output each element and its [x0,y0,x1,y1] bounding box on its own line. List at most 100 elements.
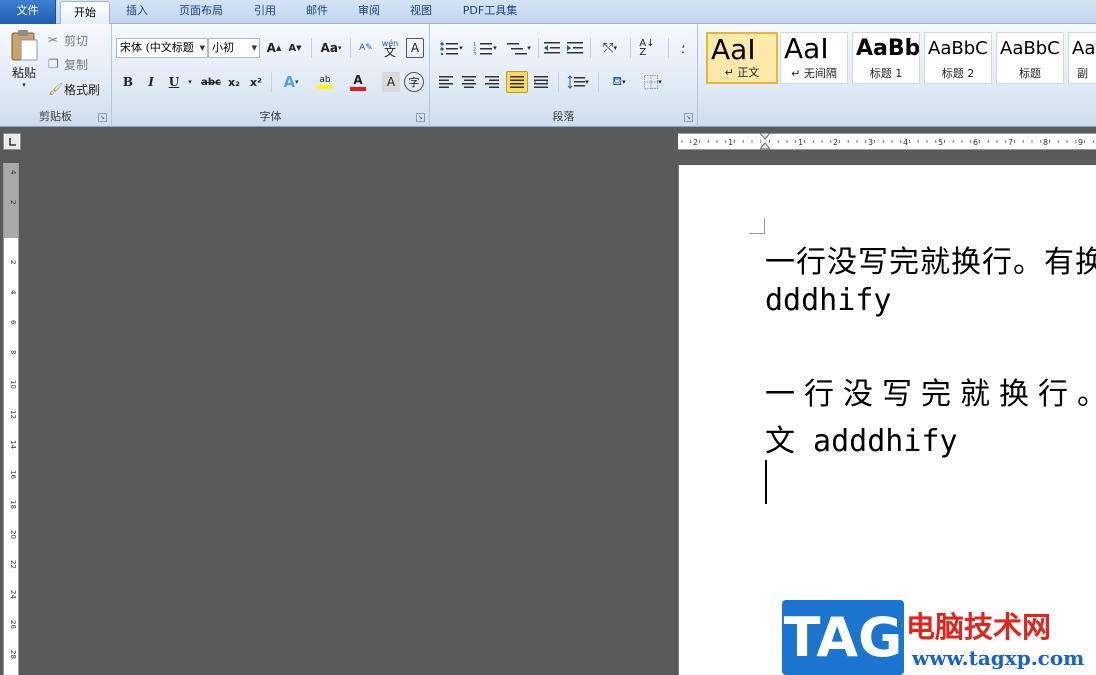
watermark: TAG 电脑技术网 www.tagxp.com [782,600,1092,675]
scissors-icon: ✂ [48,33,59,47]
indent-marker-icon[interactable] [758,132,772,150]
tab-mailings[interactable]: 邮件 [294,0,340,24]
character-border-button[interactable]: A [406,38,424,58]
grow-font-button[interactable]: A ▲ [264,38,284,58]
italic-button[interactable]: I [141,72,161,92]
underline-button[interactable]: U [164,72,184,92]
character-shading-button[interactable]: A [382,72,400,92]
document-page[interactable]: 一行没写完就换行。有换 dddhify 一行没写完就换行。 文 adddhify [678,165,1096,675]
tab-insert[interactable]: 插入 [114,0,160,24]
ruler-tick-label: 24 [9,590,17,599]
style-title[interactable]: AaBbC 标题 [996,32,1064,84]
paragraph-launcher-icon[interactable]: ↘ [684,113,693,122]
ruler-ticks: 42246810121416182022242628 [9,170,17,659]
document-line[interactable]: dddhify [765,283,891,318]
divider [590,38,591,58]
font-color-button[interactable]: A [344,72,372,92]
multilevel-list-button[interactable]: ▾ [504,38,534,58]
change-case-button[interactable]: Aa ▾ [316,38,346,58]
style-heading-2[interactable]: AaBbC 标题 2 [924,32,992,84]
ruler-tick-label: 1 [798,138,803,147]
font-size-combo[interactable]: 小初 ▼ [208,38,260,58]
superscript-button[interactable]: x² [246,72,266,92]
shrink-font-button[interactable]: A ▼ [286,38,304,58]
enclose-characters-button[interactable]: 字 [404,72,424,92]
superscript-icon: x² [250,75,262,89]
tab-review[interactable]: 审阅 [346,0,392,24]
left-tab-icon [9,138,16,146]
paragraph-mark-icon: ⸵ [681,41,685,56]
sort-button[interactable]: A↓ Z [636,38,658,58]
text-effects-button[interactable]: A ▾ [276,72,306,92]
paint-bucket-icon: ⛾ [612,74,623,88]
numbering-button[interactable]: 1 2 3 ▾ [470,38,500,58]
document-line[interactable]: 文 adddhify [765,416,958,460]
ruler-tick-label: 2 [833,138,838,147]
decrease-indent-button[interactable] [542,38,562,58]
ruler-tick-label: 18 [9,500,17,509]
bullet-list-icon [440,42,459,55]
line-spacing-icon [567,75,586,89]
highlight-button[interactable]: ab [310,72,340,92]
clear-formatting-button[interactable]: A✎ [356,38,376,58]
tab-home[interactable]: 开始 [60,1,110,25]
grow-font-icon: A [266,41,276,55]
cut-button[interactable]: ✂ 剪切 [48,30,104,50]
text-effects-icon: A [283,73,296,91]
tab-view[interactable]: 视图 [398,0,444,24]
underline-icon: U [168,75,180,89]
vertical-ruler[interactable]: 4 2 2 4 6 8 10 12 14 16 18 20 22 24 26 28 [3,163,19,675]
paste-dropdown-icon[interactable]: ▾ [22,81,26,89]
format-painter-button[interactable]: 🖌 格式刷 [48,79,108,99]
font-launcher-icon[interactable]: ↘ [416,113,425,122]
cut-label: 剪切 [64,33,89,48]
style-subtitle[interactable]: Aa 副 [1068,32,1096,84]
strikethrough-icon: abc [201,76,221,88]
bold-button[interactable]: B [118,72,138,92]
font-name-combo[interactable]: 宋体 (中文标题 ▼ [116,38,208,58]
font-name-value: 宋体 (中文标题 [120,41,194,54]
tab-pdf-tools[interactable]: PDF工具集 [452,0,528,24]
align-left-button[interactable] [436,72,456,92]
underline-dropdown[interactable]: ▾ [185,72,195,92]
distributed-button[interactable] [531,72,551,92]
style-normal[interactable]: AaI ↵ 正文 [706,32,778,84]
style-preview: AaI [711,34,756,66]
phonetic-guide-button[interactable]: wén 文 [378,36,402,60]
align-right-button[interactable] [482,72,502,92]
increase-indent-button[interactable] [565,38,585,58]
align-center-button[interactable] [459,72,479,92]
divider [558,72,559,92]
clipboard-launcher-icon[interactable]: ↘ [98,113,107,122]
tab-selector[interactable] [3,133,21,150]
paste-button[interactable]: 粘贴 ▾ [6,28,42,100]
line-spacing-button[interactable]: ▾ [563,72,593,92]
copy-button[interactable]: ❐ 复制 [48,54,104,74]
tab-references[interactable]: 引用 [242,0,288,24]
ruler-tick-label: 20 [9,530,17,539]
style-heading-1[interactable]: AaBb 标题 1 [852,32,920,84]
style-no-spacing[interactable]: AaI ↵ 无间隔 [780,32,848,84]
shading-button[interactable]: ⛾ ▾ [604,72,634,92]
document-line[interactable]: 一行没写完就换行。 [765,369,1096,413]
justify-button[interactable] [506,71,528,93]
bullets-button[interactable]: ▾ [436,38,466,58]
subscript-button[interactable]: x₂ [224,72,244,92]
style-label: 副 [1077,67,1088,80]
tab-page-layout[interactable]: 页面布局 [166,0,236,24]
show-marks-button[interactable]: ⸵ [674,38,692,58]
tab-file[interactable]: 文件 [0,0,56,24]
chinese-layout-button[interactable]: ⤲ ▾ [595,38,625,58]
align-right-icon [485,76,499,88]
strikethrough-button[interactable]: abc [200,72,222,92]
document-line[interactable]: 一行没写完就换行。有换 [765,237,1096,281]
word-window: 文件 开始 插入 页面布局 引用 邮件 审阅 视图 PDF工具集 粘贴 ▾ ✂ 剪… [0,0,1096,675]
clipboard-group-label: 剪贴板 [39,110,72,123]
ruler-tick-label: 4 [9,290,17,295]
borders-button[interactable]: ▾ [638,72,668,92]
ruler-tick-label: 1 [728,138,733,147]
ruler-tick-label: 6 [9,320,17,325]
font-size-value: 小初 [212,41,234,54]
horizontal-ruler[interactable]: 2 1 1 2 3 4 5 6 7 8 9 [678,132,1096,150]
decrease-indent-icon [544,42,560,54]
